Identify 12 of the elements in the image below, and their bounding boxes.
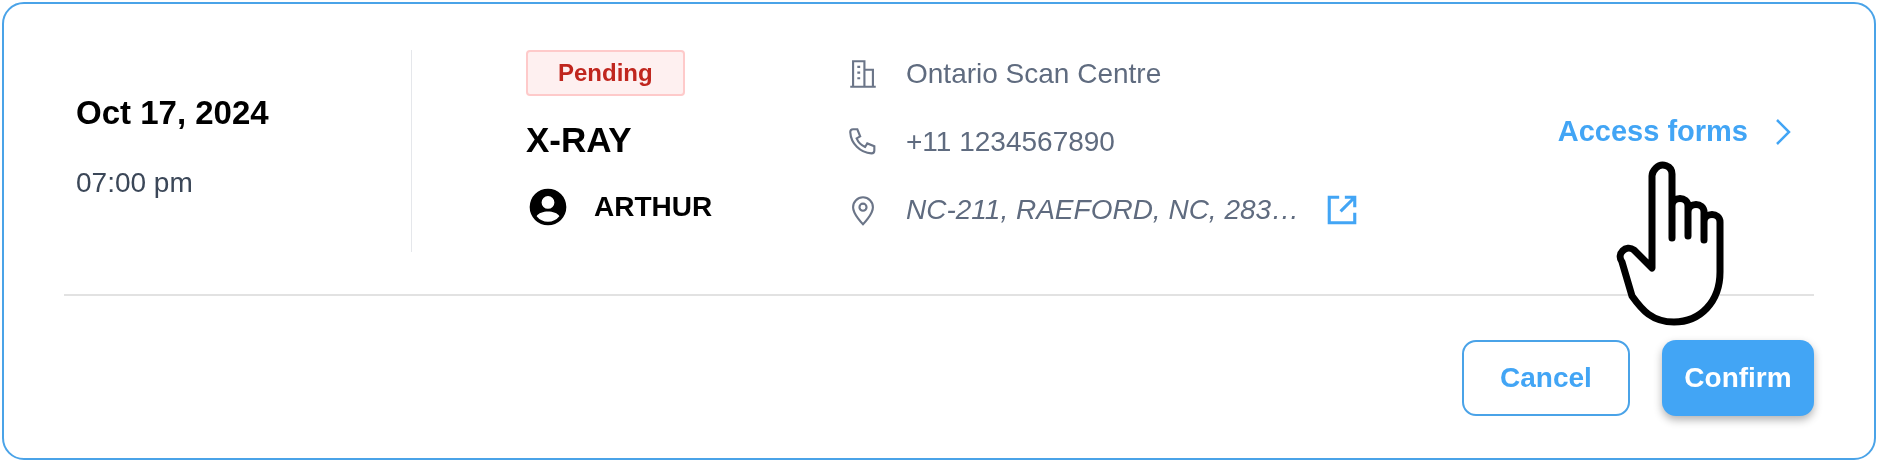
address-text: NC-211, RAEFORD, NC, 283… xyxy=(906,193,1300,227)
access-forms-link[interactable]: Access forms xyxy=(1557,110,1748,154)
cancel-button[interactable]: Cancel xyxy=(1462,340,1630,416)
appointment-date: Oct 17, 2024 xyxy=(76,95,270,129)
appointment-time: 07:00 pm xyxy=(76,168,194,197)
phone-number: +11 1234567890 xyxy=(906,125,1115,159)
clinic-name: Ontario Scan Centre xyxy=(906,57,1162,91)
status-badge: Pending xyxy=(526,50,685,96)
chevron-right-icon[interactable] xyxy=(1774,117,1792,147)
confirm-button[interactable]: Confirm xyxy=(1662,340,1814,416)
patient-name: ARTHUR xyxy=(594,190,713,224)
exam-type: X-RAY xyxy=(526,122,633,157)
